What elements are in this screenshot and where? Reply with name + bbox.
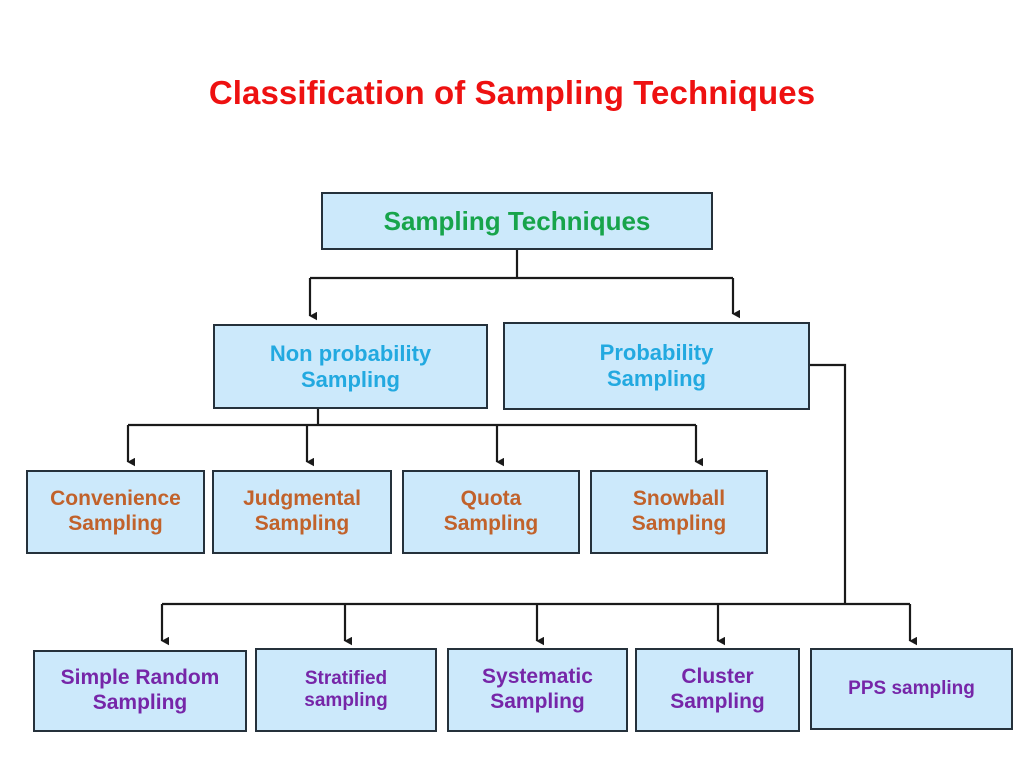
node-line-1: Systematic (482, 665, 593, 689)
node-quota-sampling-label: Quota Sampling (404, 487, 578, 537)
node-probability-sampling-label: Probability Sampling (505, 340, 808, 392)
node-cluster-sampling: Cluster Sampling (635, 648, 800, 732)
node-line-2: Sampling (443, 512, 539, 535)
node-line-2: sampling (304, 690, 388, 711)
node-line-1: Convenience (50, 487, 181, 511)
node-line-2: Sampling (490, 690, 585, 713)
node-snowball-sampling-label: Snowball Sampling (592, 487, 766, 537)
node-snowball-sampling: Snowball Sampling (590, 470, 768, 554)
node-line-2: Sampling (300, 366, 400, 392)
node-non-probability-sampling-label: Non probability Sampling (215, 341, 486, 393)
node-line-2: Sampling (670, 690, 765, 713)
node-pps-sampling-label: PPS sampling (812, 678, 1011, 700)
node-line-2: Sampling (68, 512, 163, 535)
node-convenience-sampling-label: Convenience Sampling (28, 487, 203, 537)
node-simple-random-sampling-label: Simple Random Sampling (35, 666, 245, 716)
node-systematic-sampling: Systematic Sampling (447, 648, 628, 732)
node-simple-random-sampling: Simple Random Sampling (33, 650, 247, 732)
node-sampling-techniques: Sampling Techniques (321, 192, 713, 250)
node-line-1: Snowball (632, 487, 726, 511)
node-line-1: Non probability (269, 340, 432, 366)
edge-probability-stem (810, 363, 847, 604)
node-quota-sampling: Quota Sampling (402, 470, 580, 554)
node-line-1: Cluster (681, 665, 754, 689)
node-line-1: PPS sampling (848, 677, 975, 699)
node-line-1: Probability (599, 340, 714, 366)
node-cluster-sampling-label: Cluster Sampling (637, 665, 798, 715)
page-title: Classification of Sampling Techniques (208, 74, 816, 111)
node-line-1: Stratified (304, 667, 388, 689)
node-non-probability-sampling: Non probability Sampling (213, 324, 488, 409)
node-probability-sampling: Probability Sampling (503, 322, 810, 410)
node-judgmental-sampling: Judgmental Sampling (212, 470, 392, 554)
node-stratified-sampling-label: Stratified sampling (257, 668, 435, 713)
node-systematic-sampling-label: Systematic Sampling (449, 665, 626, 715)
node-pps-sampling: PPS sampling (810, 648, 1013, 730)
slide-canvas: Classification of Sampling Techniques Sa… (0, 0, 1024, 768)
node-line-1: Simple Random (60, 666, 220, 690)
node-judgmental-sampling-label: Judgmental Sampling (214, 487, 390, 537)
node-line-2: Sampling (92, 691, 188, 714)
node-stratified-sampling: Stratified sampling (255, 648, 437, 732)
node-line-2: Sampling (631, 512, 727, 535)
node-line-1: Judgmental (243, 487, 361, 511)
node-line-2: Sampling (606, 366, 706, 391)
node-sampling-techniques-label: Sampling Techniques (383, 205, 651, 236)
node-convenience-sampling: Convenience Sampling (26, 470, 205, 554)
node-line-1: Quota (460, 487, 522, 511)
node-line-2: Sampling (254, 512, 350, 535)
